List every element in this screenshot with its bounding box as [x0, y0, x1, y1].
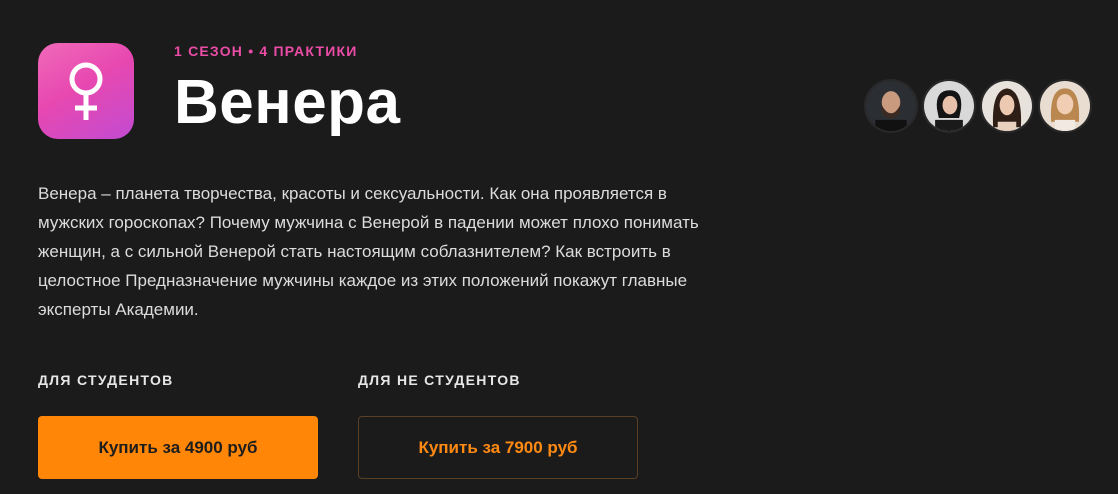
students-price-label: ДЛЯ СТУДЕНТОВ: [38, 372, 174, 388]
page-title: Венера: [174, 68, 401, 137]
expert-avatar-2[interactable]: [922, 79, 976, 133]
course-app-icon: [38, 43, 134, 139]
experts-avatars: [864, 79, 1092, 133]
expert-avatar-1[interactable]: [864, 79, 918, 133]
expert-avatar-4[interactable]: [1038, 79, 1092, 133]
season-label: 1 СЕЗОН • 4 ПРАКТИКИ: [174, 43, 358, 59]
buy-students-button[interactable]: Купить за 4900 руб: [38, 416, 318, 479]
expert-avatar-3[interactable]: [980, 79, 1034, 133]
course-description: Венера – планета творчества, красоты и с…: [38, 184, 699, 319]
course-card: 1 СЕЗОН • 4 ПРАКТИКИ Венера Венера – пла…: [0, 0, 1118, 494]
buy-non-students-button[interactable]: Купить за 7900 руб: [358, 416, 638, 479]
venus-symbol-icon: [69, 62, 103, 120]
non-students-price-label: ДЛЯ НЕ СТУДЕНТОВ: [358, 372, 521, 388]
